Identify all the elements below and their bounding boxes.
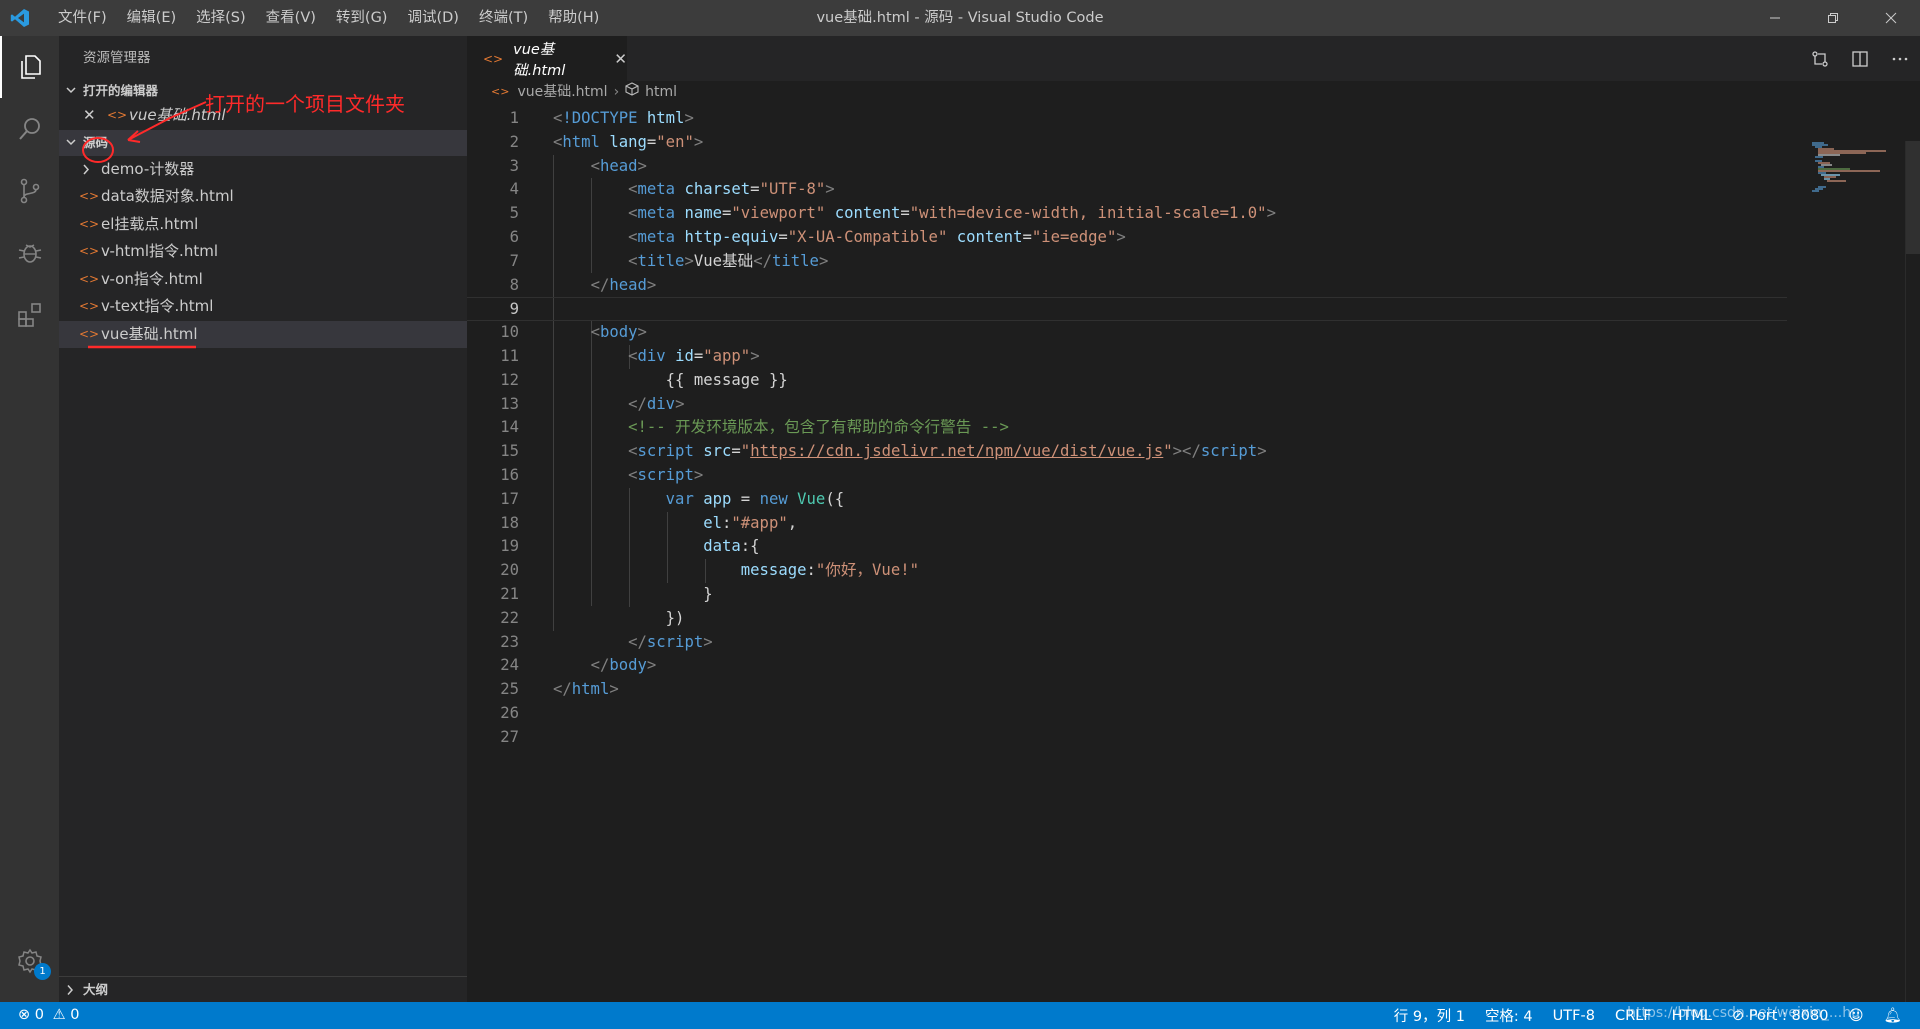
window-controls bbox=[1746, 0, 1920, 36]
code-line: 5 <meta name="viewport" content="with=de… bbox=[509, 204, 1276, 223]
code-line: 4 <meta charset="UTF-8"> bbox=[509, 180, 835, 199]
editor-area: <> vue基础.html ✕ <> vue基础.html › html 1 <!… bbox=[467, 36, 1920, 1002]
code-line-current: 9 bbox=[467, 297, 1787, 322]
watermark: https://blog.csdn.net/weixin_...hu bbox=[1627, 1005, 1860, 1021]
status-bar: ⊗ 0 ⚠ 0 行 9，列 1 空格: 4 UTF-8 CRLF HTML ⊘ … bbox=[0, 1002, 1920, 1029]
split-editor-icon[interactable] bbox=[1840, 36, 1880, 81]
editor-actions bbox=[1800, 36, 1920, 81]
outline-header[interactable]: 大纲 bbox=[59, 976, 467, 1002]
notification-badge: 1 bbox=[34, 963, 51, 980]
code-line: 19 data:{ bbox=[500, 537, 760, 556]
code-line: 15 <script src="https://cdn.jsdelivr.net… bbox=[500, 442, 1267, 461]
cursor-position[interactable]: 行 9，列 1 bbox=[1394, 1005, 1465, 1026]
code-line: 8 </head> bbox=[509, 275, 657, 294]
error-icon: ⊗ bbox=[18, 1007, 31, 1023]
code-line: 23 </script> bbox=[500, 632, 713, 651]
warning-count: 0 bbox=[70, 1007, 80, 1023]
code-line: 17 var app = new Vue({ bbox=[500, 489, 845, 508]
encoding[interactable]: UTF-8 bbox=[1553, 1008, 1595, 1024]
chevron-right-icon: › bbox=[613, 84, 620, 100]
code-line: 14 <!-- 开发环境版本，包含了有帮助的命令行警告 --> bbox=[500, 418, 1009, 437]
code-line: 24 </body> bbox=[500, 656, 657, 675]
problems-indicator[interactable]: ⊗ 0 ⚠ 0 bbox=[18, 1002, 79, 1029]
code-editor[interactable]: 1 <!DOCTYPE html> 2 <html lang="en"> 3 <he… bbox=[467, 107, 1787, 750]
code-line: 3 <head> bbox=[509, 156, 647, 175]
code-line: 26 bbox=[500, 703, 519, 722]
breadcrumb: <> vue基础.html › html bbox=[467, 81, 1920, 103]
minimize-button[interactable] bbox=[1746, 0, 1804, 36]
code-line: 22 }) bbox=[500, 608, 685, 627]
code-line: 10 <body> bbox=[500, 323, 647, 342]
breadcrumb-symbol[interactable]: html bbox=[645, 81, 677, 103]
code-line: 13 </div> bbox=[500, 394, 685, 413]
tab-label: vue基础.html bbox=[513, 41, 566, 79]
restore-button[interactable] bbox=[1804, 0, 1862, 36]
element-cube-icon bbox=[625, 81, 639, 103]
scrollbar-thumb[interactable] bbox=[1906, 141, 1920, 254]
close-icon[interactable]: ✕ bbox=[614, 50, 627, 68]
html-file-icon: <> bbox=[491, 85, 510, 98]
code-line: 1 <!DOCTYPE html> bbox=[509, 109, 694, 127]
code-line: 11 <div id="app"> bbox=[500, 346, 760, 365]
code-line: 2 <html lang="en"> bbox=[509, 132, 704, 151]
close-window-button[interactable] bbox=[1862, 0, 1920, 36]
menu-help[interactable]: 帮助(H) bbox=[538, 0, 609, 36]
warning-icon: ⚠ bbox=[52, 1007, 66, 1023]
code-line: 18 el:"#app", bbox=[500, 513, 798, 532]
menu-debug[interactable]: 调试(D) bbox=[397, 0, 468, 36]
settings-gear-icon[interactable]: 1 bbox=[0, 930, 59, 992]
html-file-icon: <> bbox=[483, 51, 504, 66]
indentation[interactable]: 空格: 4 bbox=[1485, 1005, 1533, 1026]
code-line: 27 bbox=[500, 727, 519, 746]
menu-terminal[interactable]: 终端(T) bbox=[469, 0, 538, 36]
editor-tab[interactable]: <> vue基础.html ✕ bbox=[467, 36, 627, 81]
more-actions-icon[interactable] bbox=[1880, 36, 1920, 81]
notifications-bell-icon[interactable]: 🔔︎ bbox=[1884, 1007, 1902, 1024]
outline-label: 大纲 bbox=[83, 982, 109, 997]
code-line: 7 <title>Vue基础</title> bbox=[509, 251, 829, 270]
code-line: 20 message:"你好，Vue!" bbox=[500, 561, 919, 580]
tab-bar: <> vue基础.html ✕ bbox=[467, 36, 1920, 81]
code-line: 16 <script> bbox=[500, 465, 704, 484]
minimap[interactable] bbox=[1810, 141, 1906, 201]
vertical-scrollbar[interactable] bbox=[1905, 141, 1920, 1002]
breadcrumb-file[interactable]: vue基础.html bbox=[517, 81, 607, 103]
code-line: 25 </html> bbox=[500, 680, 619, 699]
annotation-marks bbox=[82, 101, 207, 349]
code-line: 6 <meta http-equiv="X-UA-Compatible" con… bbox=[509, 227, 1126, 246]
code-line: 21 } bbox=[500, 584, 713, 603]
open-changes-icon[interactable] bbox=[1800, 36, 1840, 81]
code-line: 12 {{ message }} bbox=[500, 370, 788, 389]
error-count: 0 bbox=[34, 1007, 44, 1023]
